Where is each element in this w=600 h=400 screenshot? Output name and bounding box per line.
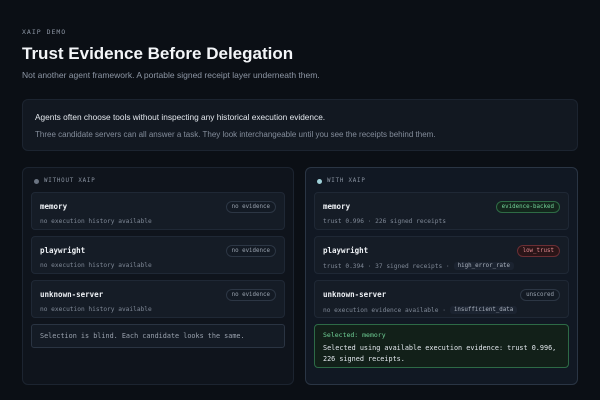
- with-xaip-header: WITH XAIP: [317, 178, 569, 184]
- candidate-meta: trust 0.996 · 226 signed receipts: [323, 218, 446, 225]
- candidate-meta: trust 0.394 · 37 signed receipts · high_…: [323, 262, 560, 270]
- candidate-meta: no execution history available: [40, 306, 152, 313]
- without-xaip-header: WITHOUT XAIP: [34, 178, 285, 184]
- intro-sub-text: Three candidate servers can all answer a…: [35, 130, 436, 139]
- selected-title: Selected: memory: [323, 331, 386, 339]
- page-subtitle: Not another agent framework. A portable …: [22, 70, 320, 80]
- candidate-meta: no execution evidence available · insuff…: [323, 306, 560, 314]
- no-evidence-badge: no evidence: [225, 201, 276, 213]
- selected-explanation: Selected using available execution evide…: [323, 344, 557, 363]
- without-xaip-label: WITHOUT XAIP: [44, 178, 96, 184]
- candidate-card-playwright[interactable]: playwright trust 0.394 · 37 signed recei…: [314, 236, 569, 274]
- selected-result-box: Selected: memory Selected using availabl…: [314, 324, 569, 368]
- candidate-card-playwright[interactable]: playwright no execution history availabl…: [31, 236, 285, 274]
- candidate-card-unknown-server[interactable]: unknown-server no execution evidence ava…: [314, 280, 569, 318]
- insufficient-data-flag: insufficient_data: [449, 306, 518, 314]
- blind-selection-note: Selection is blind. Each candidate looks…: [31, 324, 285, 348]
- with-xaip-label: WITH XAIP: [327, 178, 366, 184]
- intro-main-text: Agents often choose tools without inspec…: [35, 112, 326, 122]
- high-error-rate-flag: high_error_rate: [453, 262, 515, 270]
- candidate-card-unknown-server[interactable]: unknown-server no execution history avai…: [31, 280, 285, 318]
- with-xaip-panel: WITH XAIP memory trust 0.996 · 226 signe…: [305, 167, 578, 385]
- candidate-meta: no execution history available: [40, 262, 152, 269]
- no-evidence-badge: no evidence: [225, 245, 276, 257]
- status-dot-icon: [34, 178, 39, 184]
- no-evidence-badge: no evidence: [225, 289, 276, 301]
- candidate-card-memory[interactable]: memory trust 0.996 · 226 signed receipts…: [314, 192, 569, 230]
- page-title: Trust Evidence Before Delegation: [22, 44, 294, 63]
- candidate-meta: no execution history available: [40, 218, 152, 225]
- without-xaip-panel: WITHOUT XAIP memory no execution history…: [22, 167, 294, 385]
- evidence-backed-badge: evidence-backed: [495, 201, 560, 213]
- low-trust-badge: low_trust: [516, 245, 560, 257]
- unscored-badge: unscored: [520, 289, 560, 301]
- candidate-card-memory[interactable]: memory no execution history available no…: [31, 192, 285, 230]
- status-dot-icon: [317, 178, 322, 184]
- intro-box: Agents often choose tools without inspec…: [22, 99, 578, 151]
- eyebrow-label: XAIP DEMO: [22, 28, 67, 36]
